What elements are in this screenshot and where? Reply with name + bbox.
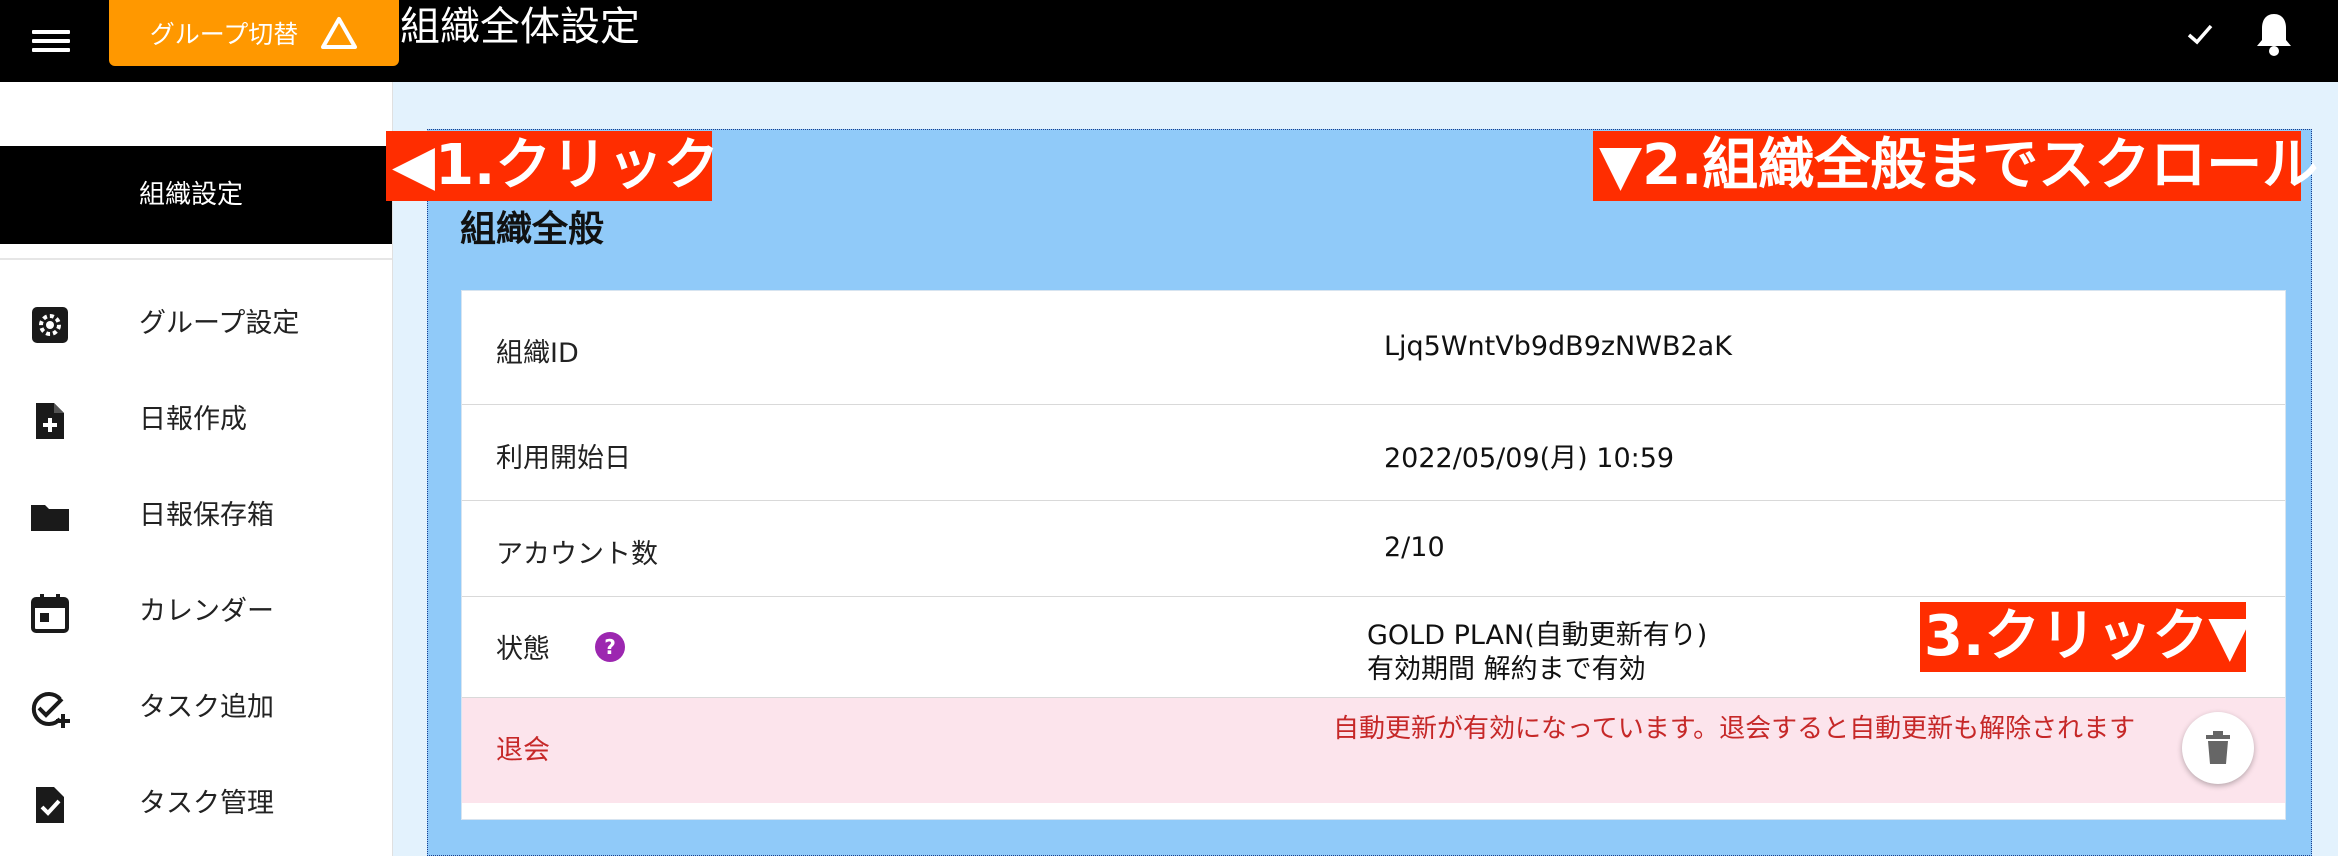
page-title: 組織全体設定 [400, 4, 640, 50]
help-icon[interactable]: ? [595, 632, 625, 662]
sidebar-item-label: タスク管理 [139, 788, 274, 819]
bell-icon[interactable] [2253, 10, 2295, 58]
sidebar: 組織設定 グループ設定 日報作成 日報保存箱 カレンダー タスク追加 タスク管理 [0, 82, 393, 856]
sidebar-item-add-task[interactable]: タスク追加 [0, 660, 392, 756]
group-switch-button[interactable]: グループ切替 [109, 0, 399, 66]
sidebar-item-label: 日報作成 [139, 404, 247, 435]
sidebar-item-group-settings[interactable]: グループ設定 [0, 276, 392, 372]
row-label: 状態 [496, 634, 550, 665]
sidebar-item-calendar[interactable]: カレンダー [0, 564, 392, 660]
task-add-icon [31, 692, 70, 728]
withdraw-label: 退会 [496, 735, 550, 766]
calendar-icon [31, 594, 69, 633]
validity-value: 有効期間 解約まで有効 [1367, 654, 1646, 685]
sidebar-item-label: 日報保存箱 [139, 500, 274, 531]
row-label: アカウント数 [496, 539, 658, 570]
folder-icon [31, 505, 69, 531]
row-label: 組織ID [496, 338, 579, 369]
table-row-withdraw: 退会 自動更新が有効になっています。退会すると自動更新も解除されます [462, 698, 2285, 803]
table-row-start-date: 利用開始日 2022/05/09(月) 10:59 [462, 405, 2285, 501]
annotation-step-3: 3.クリック▼ [1920, 602, 2251, 672]
sidebar-item-label: グループ設定 [139, 308, 300, 339]
table-row-organization-id: 組織ID Ljq5WntVb9dB9zNWB2aK [462, 291, 2285, 405]
annotation-step-1: ◀1.クリック [386, 131, 719, 201]
organization-id-value: Ljq5WntVb9dB9zNWB2aK [1384, 331, 1732, 362]
table-row-account-count: アカウント数 2/10 [462, 501, 2285, 597]
row-label: 利用開始日 [496, 443, 631, 474]
sidebar-divider [0, 258, 392, 260]
sidebar-item-organization-settings[interactable]: 組織設定 [0, 146, 392, 244]
sidebar-item-task-management[interactable]: タスク管理 [0, 756, 392, 852]
withdraw-warning-message: 自動更新が有効になっています。退会すると自動更新も解除されます [1333, 714, 2136, 744]
check-icon[interactable] [2180, 14, 2220, 54]
sidebar-item-report-box[interactable]: 日報保存箱 [0, 468, 392, 564]
annotation-step-2: ▼2.組織全般までスクロール [1593, 131, 2318, 201]
sidebar-item-create-report[interactable]: 日報作成 [0, 372, 392, 468]
withdraw-delete-button[interactable] [2182, 712, 2254, 784]
gear-icon [32, 307, 68, 343]
trash-icon [2206, 731, 2230, 764]
task-check-icon [36, 787, 64, 823]
sidebar-item-label: タスク追加 [139, 692, 274, 723]
menu-icon[interactable] [28, 18, 74, 64]
organization-info-card: 組織ID Ljq5WntVb9dB9zNWB2aK 利用開始日 2022/05/… [461, 290, 2286, 820]
start-date-value: 2022/05/09(月) 10:59 [1384, 443, 1675, 474]
warning-icon [321, 17, 358, 49]
sidebar-item-label: カレンダー [139, 596, 274, 627]
account-count-value: 2/10 [1384, 532, 1445, 563]
app-bar: グループ切替 組織全体設定 [0, 0, 2338, 82]
file-add-icon [36, 403, 64, 439]
section-title: 組織全般 [460, 209, 605, 250]
sidebar-item-label: 組織設定 [139, 180, 244, 210]
group-switch-label: グループ切替 [149, 20, 299, 49]
